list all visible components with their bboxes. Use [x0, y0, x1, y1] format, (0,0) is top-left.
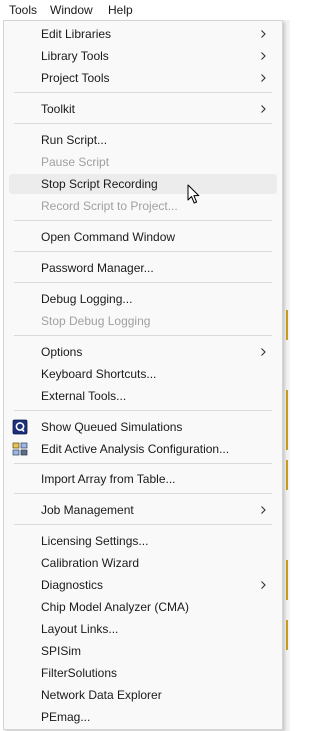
menu-item-label: Toolkit — [41, 102, 76, 116]
menu-item-chip-model-analyzer[interactable]: Chip Model Analyzer (CMA) — [9, 597, 277, 617]
tools-menu-dropdown: Edit Libraries Library Tools Project Too… — [3, 20, 283, 730]
menu-separator — [14, 220, 272, 221]
menu-item-toolkit[interactable]: Toolkit — [9, 99, 277, 119]
chevron-right-icon — [261, 506, 266, 514]
menu-item-label: External Tools... — [41, 389, 127, 403]
menu-item-label: Keyboard Shortcuts... — [41, 367, 157, 381]
menu-item-project-tools[interactable]: Project Tools — [9, 68, 277, 88]
menu-item-open-command-window[interactable]: Open Command Window — [9, 227, 277, 247]
menu-item-label: Stop Debug Logging — [41, 314, 151, 328]
background-window-edge — [283, 20, 290, 731]
background-marker — [286, 560, 288, 600]
menu-item-run-script[interactable]: Run Script... — [9, 130, 277, 150]
menu-separator — [14, 251, 272, 252]
background-marker — [286, 310, 288, 340]
menu-item-label: Record Script to Project... — [41, 199, 178, 213]
menu-item-options[interactable]: Options — [9, 342, 277, 362]
menubar-help[interactable]: Help — [108, 3, 133, 17]
menu-separator — [14, 92, 272, 93]
menu-item-filtersolutions[interactable]: FilterSolutions — [9, 663, 277, 683]
queued-simulations-icon — [12, 419, 28, 435]
menu-item-debug-logging[interactable]: Debug Logging... — [9, 289, 277, 309]
menu-separator — [14, 335, 272, 336]
menu-item-label: Job Management — [41, 503, 134, 517]
menu-item-show-queued-simulations[interactable]: Show Queued Simulations — [9, 417, 277, 437]
menu-item-password-manager[interactable]: Password Manager... — [9, 258, 277, 278]
background-marker — [286, 620, 288, 650]
menu-item-label: PEmag... — [41, 710, 91, 724]
menu-item-label: Open Command Window — [41, 230, 176, 244]
menu-item-label: Edit Active Analysis Configuration... — [41, 442, 230, 456]
menu-separator — [14, 463, 272, 464]
menu-item-stop-debug-logging: Stop Debug Logging — [9, 311, 277, 331]
menu-item-label: Stop Script Recording — [41, 177, 158, 191]
menubar-tools[interactable]: Tools — [9, 3, 37, 17]
menu-item-label: Network Data Explorer — [41, 688, 162, 702]
menu-item-edit-libraries[interactable]: Edit Libraries — [9, 24, 277, 44]
menu-item-label: Chip Model Analyzer (CMA) — [41, 600, 190, 614]
menu-item-spisim[interactable]: SPISim — [9, 641, 277, 661]
menu-item-licensing-settings[interactable]: Licensing Settings... — [9, 531, 277, 551]
menu-item-label: Run Script... — [41, 133, 108, 147]
background-marker — [286, 460, 288, 490]
menu-separator — [14, 524, 272, 525]
chevron-right-icon — [261, 30, 266, 38]
chevron-right-icon — [261, 52, 266, 60]
menu-item-label: Import Array from Table... — [41, 472, 176, 486]
menu-item-layout-links[interactable]: Layout Links... — [9, 619, 277, 639]
menubar-window[interactable]: Window — [50, 3, 93, 17]
menu-item-keyboard-shortcuts[interactable]: Keyboard Shortcuts... — [9, 364, 277, 384]
menu-item-label: Library Tools — [41, 49, 109, 63]
menu-item-import-array-from-table[interactable]: Import Array from Table... — [9, 469, 277, 489]
menu-item-pemag[interactable]: PEmag... — [9, 707, 277, 727]
menu-item-library-tools[interactable]: Library Tools — [9, 46, 277, 66]
menu-separator — [14, 123, 272, 124]
menu-item-label: SPISim — [41, 644, 82, 658]
background-marker — [286, 390, 288, 450]
menu-item-pause-script: Pause Script — [9, 152, 277, 172]
menu-item-label: Password Manager... — [41, 261, 154, 275]
menu-item-label: FilterSolutions — [41, 666, 118, 680]
mouse-pointer-icon — [187, 184, 200, 204]
menu-item-record-script-to-project: Record Script to Project... — [9, 196, 277, 216]
menu-item-label: Options — [41, 345, 83, 359]
chevron-right-icon — [261, 105, 266, 113]
menu-separator — [14, 282, 272, 283]
menu-item-label: Show Queued Simulations — [41, 420, 183, 434]
menu-item-label: Edit Libraries — [41, 27, 112, 41]
menu-item-label: Debug Logging... — [41, 292, 133, 306]
menu-item-label: Layout Links... — [41, 622, 119, 636]
menu-separator — [14, 410, 272, 411]
menu-bar: Tools Window Help — [0, 0, 290, 20]
menu-item-job-management[interactable]: Job Management — [9, 500, 277, 520]
analysis-configuration-icon — [12, 442, 28, 456]
menu-item-label: Calibration Wizard — [41, 556, 140, 570]
menu-item-stop-script-recording[interactable]: Stop Script Recording — [9, 174, 277, 194]
menu-item-external-tools[interactable]: External Tools... — [9, 386, 277, 406]
menu-item-label: Licensing Settings... — [41, 534, 149, 548]
menu-item-calibration-wizard[interactable]: Calibration Wizard — [9, 553, 277, 573]
menu-item-label: Pause Script — [41, 155, 110, 169]
chevron-right-icon — [261, 74, 266, 82]
chevron-right-icon — [261, 348, 266, 356]
menu-item-diagnostics[interactable]: Diagnostics — [9, 575, 277, 595]
menu-item-edit-active-analysis-configuration[interactable]: Edit Active Analysis Configuration... — [9, 439, 277, 459]
menu-item-label: Project Tools — [41, 71, 110, 85]
menu-item-label: Diagnostics — [41, 578, 104, 592]
menu-item-network-data-explorer[interactable]: Network Data Explorer — [9, 685, 277, 705]
menu-separator — [14, 493, 272, 494]
chevron-right-icon — [261, 581, 266, 589]
